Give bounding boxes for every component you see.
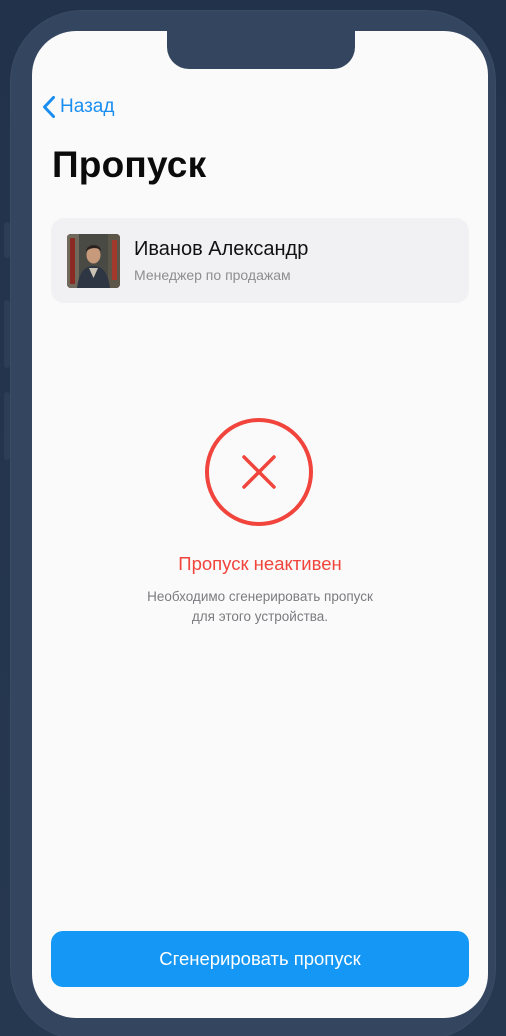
device-stage: Назад Пропуск Иванов Александр Менеджер … <box>0 0 506 1036</box>
employee-role: Менеджер по продажам <box>134 267 291 283</box>
back-button-label: Назад <box>60 96 115 117</box>
page-title: Пропуск <box>52 144 207 185</box>
pass-status-description-line2: для этого устройства. <box>191 609 329 624</box>
pass-status-title: Пропуск неактивен <box>178 553 342 574</box>
mute-switch <box>4 222 10 258</box>
generate-pass-button[interactable]: Сгенерировать пропуск <box>51 931 469 987</box>
back-button[interactable]: Назад <box>42 95 114 119</box>
employee-name: Иванов Александр <box>134 238 309 260</box>
volume-down-button <box>4 392 10 460</box>
x-circle-icon <box>204 417 314 527</box>
avatar <box>67 234 120 288</box>
pass-status-description: Необходимо сгенерировать пропуск для это… <box>32 587 488 627</box>
pass-status-description-line1: Необходимо сгенерировать пропуск <box>147 589 373 604</box>
employee-card[interactable]: Иванов Александр Менеджер по продажам <box>51 218 469 303</box>
app-screen: Назад Пропуск Иванов Александр Менеджер … <box>32 31 488 1018</box>
volume-up-button <box>4 300 10 368</box>
chevron-left-icon <box>42 95 56 119</box>
device-notch <box>167 31 355 69</box>
